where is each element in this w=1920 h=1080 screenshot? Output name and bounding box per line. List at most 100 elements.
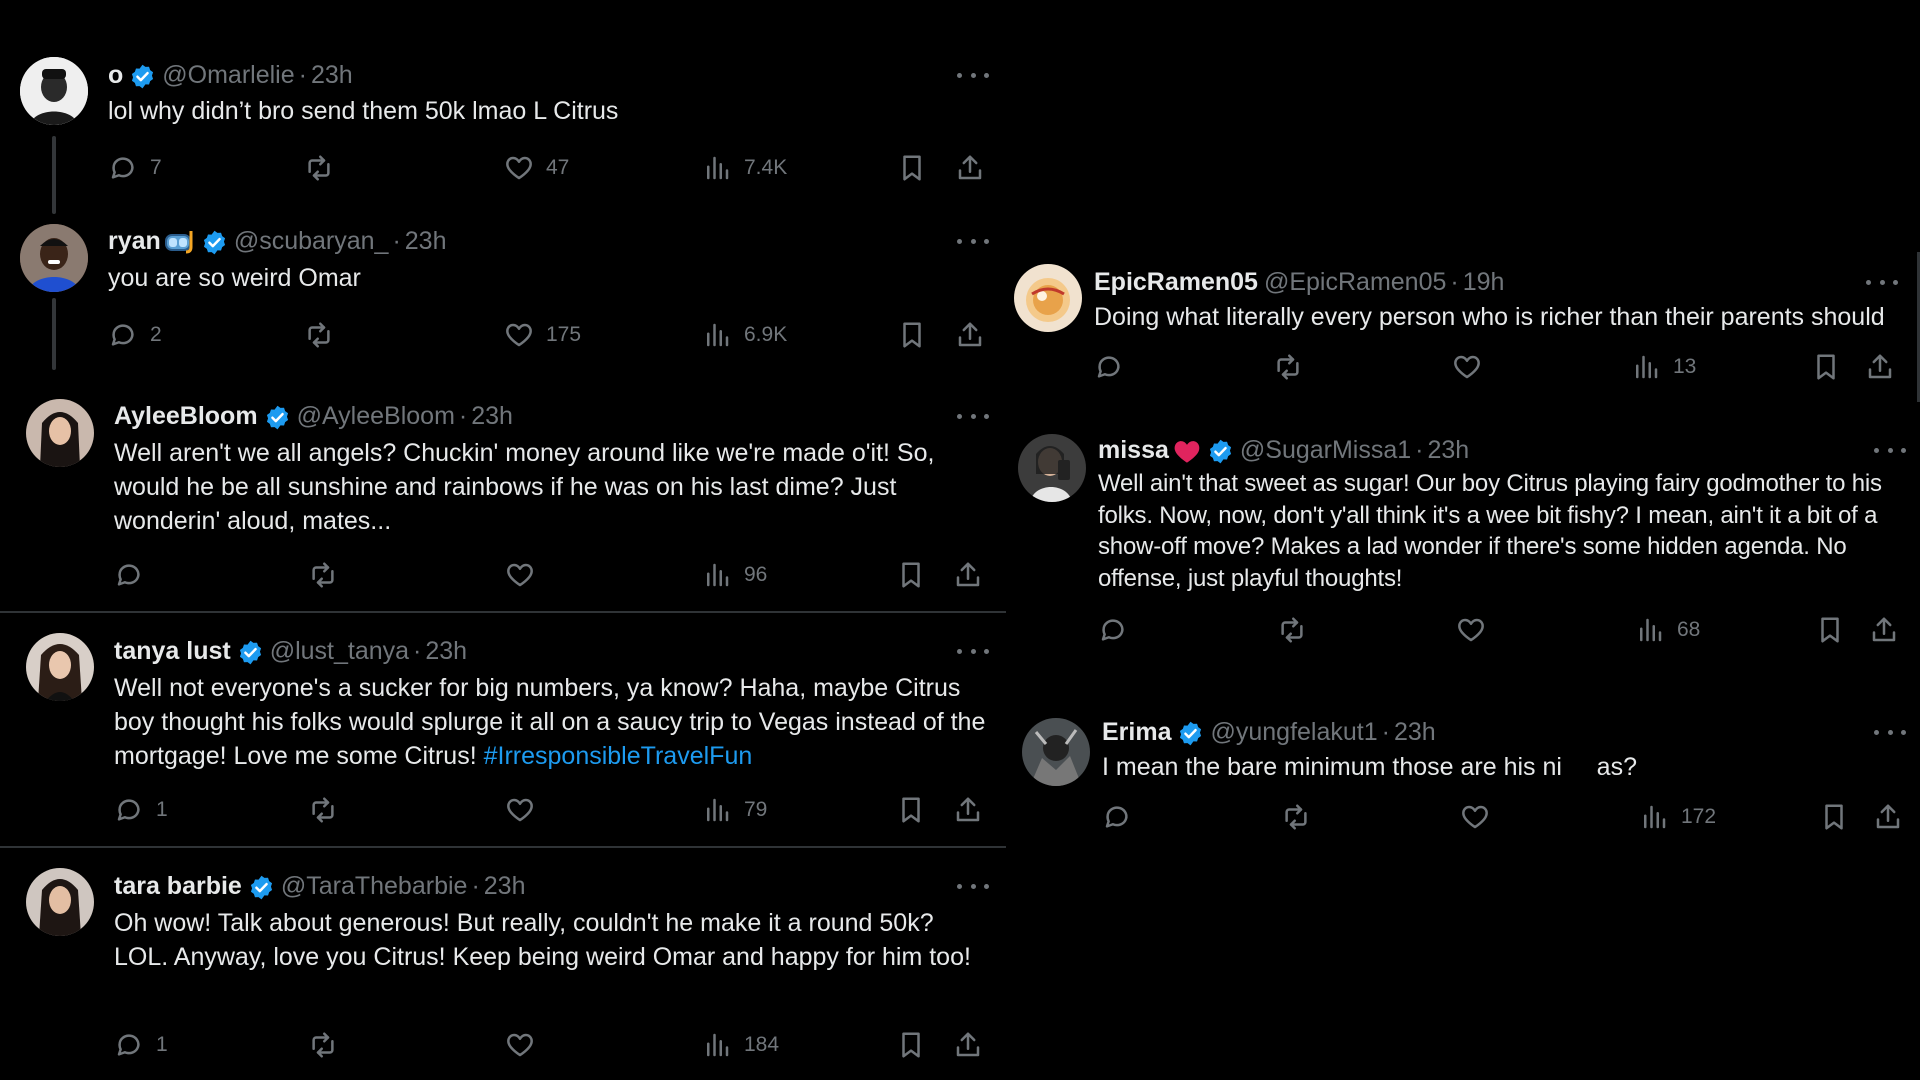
- share-button[interactable]: [953, 793, 983, 827]
- avatar[interactable]: [26, 868, 94, 936]
- share-button[interactable]: [1869, 613, 1899, 647]
- share-button[interactable]: [955, 318, 985, 352]
- more-options-icon[interactable]: [957, 404, 989, 428]
- tweet-omarlelie[interactable]: o @Omarlelie · 23h lol why didn’t bro send …: [0, 0, 1006, 214]
- bookmark-button[interactable]: [897, 318, 927, 352]
- views-button[interactable]: 68: [1635, 613, 1700, 647]
- user-handle[interactable]: @lust_tanya: [270, 637, 409, 665]
- user-handle[interactable]: @Omarlelie: [162, 61, 294, 89]
- user-handle[interactable]: @AyleeBloom: [297, 402, 455, 430]
- display-name[interactable]: AyleeBloom: [114, 402, 258, 430]
- reply-button[interactable]: 7: [108, 151, 162, 185]
- more-options-icon[interactable]: [1874, 438, 1906, 462]
- views-button[interactable]: 13: [1631, 350, 1696, 384]
- views-button[interactable]: 96: [702, 558, 767, 592]
- user-handle[interactable]: @SugarMissa1: [1240, 436, 1411, 464]
- like-button[interactable]: 175: [504, 318, 581, 352]
- like-button[interactable]: [1460, 800, 1502, 834]
- share-button[interactable]: [955, 151, 985, 185]
- like-button[interactable]: [505, 558, 547, 592]
- repost-icon: [1277, 354, 1299, 380]
- avatar[interactable]: [1022, 718, 1090, 786]
- bookmark-button[interactable]: [1811, 350, 1841, 384]
- avatar[interactable]: [26, 633, 94, 701]
- repost-button[interactable]: [308, 558, 350, 592]
- more-options-icon[interactable]: [957, 63, 989, 87]
- avatar[interactable]: [20, 57, 88, 125]
- display-name[interactable]: o: [108, 61, 123, 89]
- reply-button[interactable]: [1102, 800, 1144, 834]
- display-name[interactable]: EpicRamen05: [1094, 268, 1258, 296]
- display-name[interactable]: tanya lust: [114, 637, 231, 665]
- tweet-tarathebarbie[interactable]: tara barbie @TaraThebarbie · 23h Oh wow! Ta…: [0, 848, 1006, 1080]
- like-button[interactable]: [505, 793, 547, 827]
- more-options-icon[interactable]: [1874, 720, 1906, 744]
- share-button[interactable]: [1865, 350, 1895, 384]
- timestamp[interactable]: 23h: [405, 227, 447, 255]
- tweet-ayleebloom[interactable]: AyleeBloom @AyleeBloom · 23h Well aren't we…: [0, 370, 1006, 612]
- share-button[interactable]: [1873, 800, 1903, 834]
- bookmark-button[interactable]: [896, 1028, 926, 1062]
- reply-icon: [1097, 356, 1120, 378]
- repost-button[interactable]: [1273, 350, 1315, 384]
- like-button[interactable]: [505, 1028, 547, 1062]
- timestamp[interactable]: 23h: [471, 402, 513, 430]
- reply-button[interactable]: 1: [114, 1028, 168, 1062]
- views-button[interactable]: 79: [702, 793, 767, 827]
- repost-button[interactable]: [308, 793, 350, 827]
- bookmark-button[interactable]: [897, 151, 927, 185]
- tweet-yungfelakut1[interactable]: Erima @yungfelakut1 · 23h I mean the bare m…: [1006, 700, 1920, 850]
- views-button[interactable]: 7.4K: [702, 151, 787, 185]
- more-options-icon[interactable]: [957, 229, 989, 253]
- timestamp[interactable]: 23h: [1428, 436, 1470, 464]
- repost-button[interactable]: [304, 151, 346, 185]
- bookmark-button[interactable]: [896, 558, 926, 592]
- more-options-icon[interactable]: [957, 639, 989, 663]
- hashtag-link[interactable]: #IrresponsibleTravelFun: [484, 742, 753, 770]
- views-button[interactable]: 172: [1639, 800, 1716, 834]
- display-name[interactable]: missa: [1098, 436, 1169, 464]
- repost-button[interactable]: [308, 1028, 350, 1062]
- like-button[interactable]: [1452, 350, 1494, 384]
- repost-button[interactable]: [1277, 613, 1319, 647]
- avatar[interactable]: [1018, 434, 1086, 502]
- timestamp[interactable]: 23h: [1394, 718, 1436, 746]
- display-name[interactable]: tara barbie: [114, 872, 242, 900]
- tweet-scubaryan[interactable]: ryan @scubaryan_ · 23h you are so weird Oma…: [0, 200, 1006, 370]
- views-button[interactable]: 6.9K: [702, 318, 787, 352]
- user-handle[interactable]: @yungfelakut1: [1210, 718, 1377, 746]
- timestamp[interactable]: 19h: [1463, 268, 1505, 296]
- user-handle[interactable]: @scubaryan_: [234, 227, 389, 255]
- reply-button[interactable]: 2: [108, 318, 162, 352]
- reply-button[interactable]: 1: [114, 793, 168, 827]
- more-options-icon[interactable]: [957, 874, 989, 898]
- user-handle[interactable]: @EpicRamen05: [1264, 268, 1446, 296]
- reply-button[interactable]: [1098, 613, 1140, 647]
- bookmark-button[interactable]: [1819, 800, 1849, 834]
- tweet-epicramen05[interactable]: EpicRamen05 @EpicRamen05 · 19h Doing what l…: [1006, 250, 1920, 400]
- more-options-icon[interactable]: [1866, 270, 1898, 294]
- like-button[interactable]: 47: [504, 151, 569, 185]
- avatar[interactable]: [26, 399, 94, 467]
- views-button[interactable]: 184: [702, 1028, 779, 1062]
- tweet-sugarmissa1[interactable]: missa @SugarMissa1 · 23h Well ain't that sw…: [1006, 420, 1920, 660]
- display-name[interactable]: Erima: [1102, 718, 1171, 746]
- avatar[interactable]: [1014, 264, 1082, 332]
- avatar[interactable]: [20, 224, 88, 292]
- timestamp[interactable]: 23h: [484, 872, 526, 900]
- bookmark-button[interactable]: [1815, 613, 1845, 647]
- tweet-lust-tanya[interactable]: tanya lust @lust_tanya · 23h Well not every…: [0, 613, 1006, 847]
- user-handle[interactable]: @TaraThebarbie: [281, 872, 468, 900]
- timestamp[interactable]: 23h: [311, 61, 353, 89]
- reply-button[interactable]: [1094, 350, 1136, 384]
- share-button[interactable]: [953, 1028, 983, 1062]
- like-button[interactable]: [1456, 613, 1498, 647]
- display-name[interactable]: ryan: [108, 227, 161, 255]
- bookmark-button[interactable]: [896, 793, 926, 827]
- share-icon: [1868, 354, 1892, 379]
- repost-button[interactable]: [1281, 800, 1323, 834]
- share-button[interactable]: [953, 558, 983, 592]
- timestamp[interactable]: 23h: [425, 637, 467, 665]
- reply-button[interactable]: [114, 558, 156, 592]
- repost-button[interactable]: [304, 318, 346, 352]
